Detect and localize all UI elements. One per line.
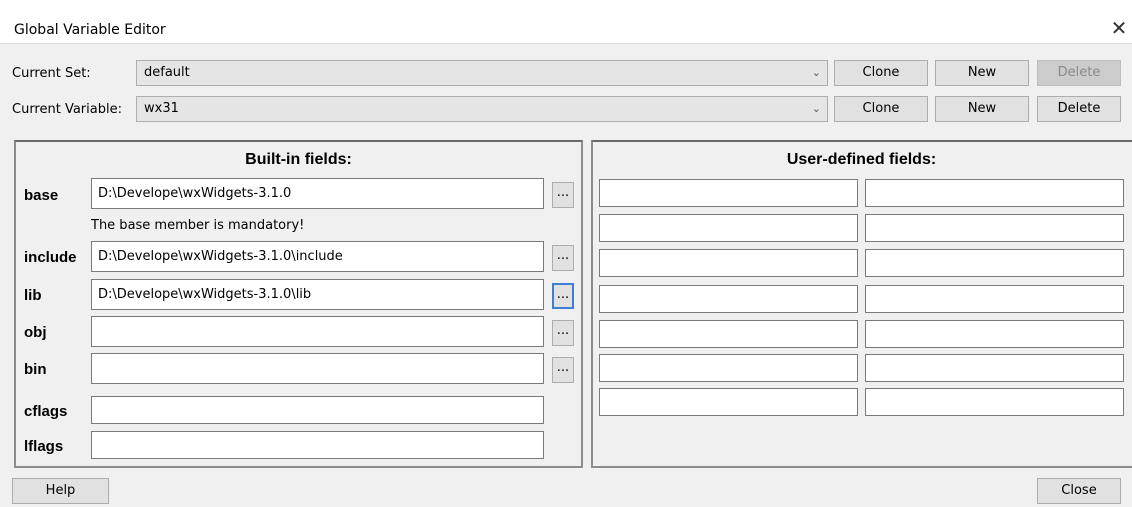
obj-browse-button[interactable]: ... <box>552 320 574 346</box>
variable-new-button[interactable]: New <box>935 96 1029 122</box>
chevron-down-icon: ⌄ <box>811 102 821 115</box>
field-label-base: base <box>24 187 59 204</box>
user-field-value[interactable] <box>865 285 1124 313</box>
help-button[interactable]: Help <box>12 478 109 504</box>
user-field-value[interactable] <box>865 179 1124 207</box>
current-variable-label: Current Variable: <box>12 102 122 117</box>
current-variable-select[interactable]: wx31 ⌄ <box>136 96 828 122</box>
set-clone-button[interactable]: Clone <box>834 60 928 86</box>
user-field-value[interactable] <box>865 354 1124 382</box>
set-delete-button[interactable]: Delete <box>1037 60 1121 86</box>
user-field-key[interactable] <box>599 179 858 207</box>
close-button[interactable]: Close <box>1037 478 1121 504</box>
field-label-lflags: lflags <box>24 438 64 455</box>
bin-field[interactable] <box>91 353 544 384</box>
builtin-fields-heading: Built-in fields: <box>245 151 352 168</box>
user-field-value[interactable] <box>865 388 1124 416</box>
include-field[interactable]: D:\Develope\wxWidgets-3.1.0\include <box>91 241 544 272</box>
bin-browse-button[interactable]: ... <box>552 357 574 383</box>
user-field-key[interactable] <box>599 354 858 382</box>
lflags-field[interactable] <box>91 431 544 459</box>
field-label-bin: bin <box>24 361 47 378</box>
user-field-key[interactable] <box>599 320 858 348</box>
cflags-field[interactable] <box>91 396 544 424</box>
title-bar <box>0 0 1132 44</box>
close-icon[interactable]: ✕ <box>1106 16 1132 40</box>
obj-field[interactable] <box>91 316 544 347</box>
variable-clone-button[interactable]: Clone <box>834 96 928 122</box>
user-defined-fields-heading: User-defined fields: <box>786 151 937 168</box>
user-field-key[interactable] <box>599 249 858 277</box>
window-title: Global Variable Editor <box>14 22 166 38</box>
base-field[interactable]: D:\Develope\wxWidgets-3.1.0 <box>91 178 544 209</box>
field-label-include: include <box>24 249 77 266</box>
field-label-obj: obj <box>24 324 47 341</box>
user-field-value[interactable] <box>865 249 1124 277</box>
set-new-button[interactable]: New <box>935 60 1029 86</box>
current-set-select[interactable]: default ⌄ <box>136 60 828 86</box>
current-variable-value: wx31 <box>144 101 179 116</box>
user-field-value[interactable] <box>865 214 1124 242</box>
lib-field[interactable]: D:\Develope\wxWidgets-3.1.0\lib <box>91 279 544 310</box>
current-set-label: Current Set: <box>12 66 91 81</box>
user-field-key[interactable] <box>599 214 858 242</box>
field-label-lib: lib <box>24 287 42 304</box>
chevron-down-icon: ⌄ <box>811 66 821 79</box>
user-field-value[interactable] <box>865 320 1124 348</box>
field-label-cflags: cflags <box>24 403 68 420</box>
user-field-key[interactable] <box>599 388 858 416</box>
base-browse-button[interactable]: ... <box>552 182 574 208</box>
lib-browse-button[interactable]: ... <box>552 283 574 309</box>
variable-delete-button[interactable]: Delete <box>1037 96 1121 122</box>
user-field-key[interactable] <box>599 285 858 313</box>
current-set-value: default <box>144 65 190 80</box>
include-browse-button[interactable]: ... <box>552 245 574 271</box>
mandatory-note: The base member is mandatory! <box>91 218 305 233</box>
